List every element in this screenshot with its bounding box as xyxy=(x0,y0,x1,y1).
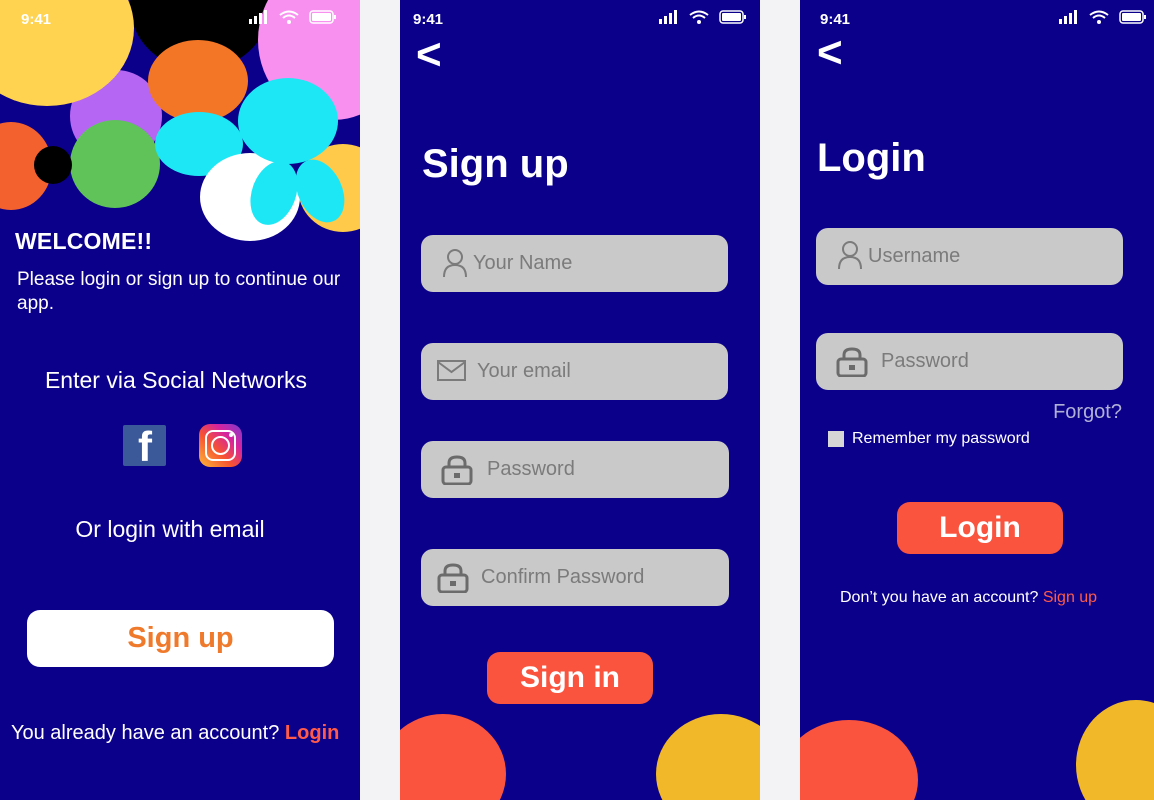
lock-icon xyxy=(437,563,469,593)
instagram-icon[interactable] xyxy=(199,424,242,467)
decor-blob-dark-dot xyxy=(34,146,72,184)
login-link[interactable]: Login xyxy=(285,722,339,744)
welcome-screen: 9:41 WELCOME!! Please login or sign up t… xyxy=(0,0,360,800)
password-field[interactable]: Password xyxy=(816,333,1123,390)
back-button[interactable]: < xyxy=(416,30,442,80)
username-field[interactable]: Username xyxy=(816,228,1123,285)
battery-icon xyxy=(1119,10,1146,24)
sign-up-link[interactable]: Sign up xyxy=(1043,589,1097,606)
signup-screen: 9:41 < Sign up Your Name Your email Pass… xyxy=(400,0,760,800)
status-time: 9:41 xyxy=(21,11,52,28)
status-icons xyxy=(659,10,747,24)
wifi-icon xyxy=(279,10,299,24)
decor-blob-orange xyxy=(148,40,248,122)
welcome-title: WELCOME!! xyxy=(15,228,153,254)
wifi-icon xyxy=(689,10,709,24)
password-placeholder: Password xyxy=(881,350,969,372)
decor-blob-red xyxy=(400,714,506,800)
signal-icon xyxy=(249,10,267,24)
decor-blob-yellow xyxy=(656,714,760,800)
lock-icon xyxy=(836,347,868,377)
have-account-text: You already have an account? Login xyxy=(11,722,339,745)
wifi-icon xyxy=(1089,10,1109,24)
decor-blob-green xyxy=(70,120,160,208)
status-time: 9:41 xyxy=(413,11,444,28)
user-icon xyxy=(838,241,862,270)
page-title: Login xyxy=(817,136,926,180)
no-account-text: Don’t you have an account? Sign up xyxy=(840,589,1097,607)
email-placeholder: Your email xyxy=(477,360,571,382)
decor-blob-red xyxy=(800,720,918,800)
status-icons xyxy=(249,10,337,24)
status-icons xyxy=(1059,10,1147,24)
have-account-label: You already have an account? xyxy=(11,722,280,744)
remember-password[interactable]: Remember my password xyxy=(828,430,1030,448)
signal-icon xyxy=(1059,10,1077,24)
status-time: 9:41 xyxy=(820,11,851,28)
mail-icon xyxy=(437,360,466,381)
facebook-icon[interactable]: f xyxy=(123,423,166,470)
remember-label: Remember my password xyxy=(852,430,1030,447)
back-button[interactable]: < xyxy=(817,28,843,78)
decor-blob-cyan xyxy=(238,78,338,164)
user-icon xyxy=(443,249,467,278)
battery-icon xyxy=(719,10,746,24)
name-field[interactable]: Your Name xyxy=(421,235,728,292)
remember-checkbox[interactable] xyxy=(828,431,844,447)
password-field[interactable]: Password xyxy=(421,441,729,498)
confirm-password-placeholder: Confirm Password xyxy=(481,566,645,588)
password-placeholder: Password xyxy=(487,458,575,480)
signal-icon xyxy=(659,10,677,24)
page-title: Sign up xyxy=(422,142,569,186)
or-login-email-text: Or login with email xyxy=(75,516,265,542)
decor-blob-yellow xyxy=(1076,700,1154,800)
battery-icon xyxy=(309,10,336,24)
confirm-password-field[interactable]: Confirm Password xyxy=(421,549,729,606)
social-networks-title: Enter via Social Networks xyxy=(44,367,308,393)
signup-button[interactable]: Sign up xyxy=(27,610,334,667)
login-button[interactable]: Login xyxy=(897,502,1063,554)
username-placeholder: Username xyxy=(868,245,961,267)
sign-in-button[interactable]: Sign in xyxy=(487,652,653,704)
no-account-label: Don’t you have an account? xyxy=(840,589,1039,606)
lock-icon xyxy=(441,455,473,485)
name-placeholder: Your Name xyxy=(473,252,573,274)
login-screen: 9:41 < Login Username Password Forgot? R… xyxy=(800,0,1154,800)
welcome-intro-text: Please login or sign up to continue our … xyxy=(17,269,341,314)
email-field[interactable]: Your email xyxy=(421,343,728,400)
forgot-password-link[interactable]: Forgot? xyxy=(1053,401,1122,424)
